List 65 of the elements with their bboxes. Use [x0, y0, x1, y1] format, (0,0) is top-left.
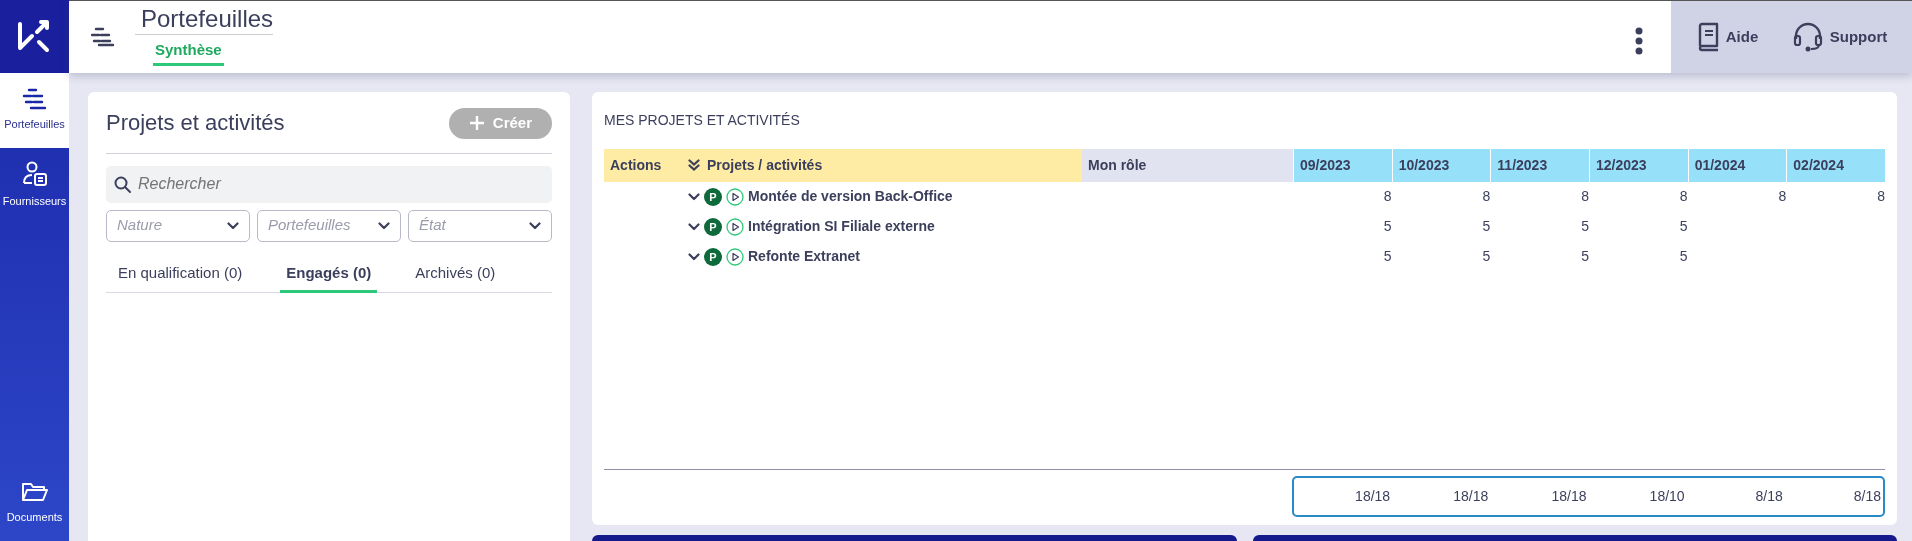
search-icon: [114, 175, 132, 194]
column-header: 02/2024: [1786, 148, 1885, 182]
column-title: Projets / activités: [707, 155, 823, 175]
column-header: 12/2023: [1589, 148, 1688, 182]
folder-icon: [20, 481, 49, 504]
total-value: 8/18: [1754, 487, 1784, 506]
chevron-down-icon: [378, 221, 390, 230]
project-name[interactable]: Montée de version Back-Office: [748, 186, 953, 208]
table-cell: 8: [1679, 187, 1688, 204]
chevron-down-icon: [688, 222, 700, 231]
chevron-down-icon: [688, 192, 700, 201]
table-cell: 5: [1482, 247, 1491, 264]
table-cell: 5: [1581, 247, 1589, 264]
status-badge: P: [704, 247, 722, 266]
tab[interactable]: Engagés (0): [280, 255, 378, 293]
sidebar-item[interactable]: Portefeuilles: [0, 73, 69, 148]
table-cell: 8: [1581, 187, 1589, 204]
tab[interactable]: Archivés (0): [409, 255, 502, 293]
table-cell: 5: [1383, 247, 1392, 264]
panel-title: Projets et activités: [106, 110, 285, 137]
table-cell: 5: [1679, 247, 1688, 264]
sidebar-item[interactable]: Documents: [0, 466, 69, 541]
table-cell: 5: [1482, 217, 1491, 234]
table-cell: 8: [1383, 187, 1392, 204]
section-title: MES PROJETS ET ACTIVITÉS: [604, 112, 801, 129]
table-cell: 5: [1581, 217, 1589, 234]
chevron-down-icon: [688, 252, 700, 261]
total-value: 8/18: [1852, 487, 1882, 506]
total-value: 18/18: [1550, 487, 1588, 506]
help-link[interactable]: Support: [1791, 22, 1888, 52]
play-icon[interactable]: [726, 247, 744, 266]
menu-lines-icon: [21, 88, 48, 111]
column-header: 09/2023: [1293, 148, 1392, 182]
page-title: Portefeuilles: [141, 5, 274, 34]
column-header: 10/2023: [1391, 148, 1491, 182]
play-icon[interactable]: [726, 217, 744, 236]
column-header: Mon rôle: [1082, 148, 1293, 182]
status-badge: P: [704, 217, 722, 236]
help-link[interactable]: Aide: [1695, 22, 1759, 52]
table-cell: 8: [1877, 187, 1885, 204]
double-chevron-icon[interactable]: [688, 159, 700, 172]
play-icon[interactable]: [726, 187, 744, 206]
chevron-down-icon: [227, 221, 239, 230]
table-cell: 5: [1383, 217, 1392, 234]
menu-icon[interactable]: [91, 27, 115, 47]
person-document-icon: [21, 161, 48, 188]
search-field[interactable]: Rechercher: [106, 165, 552, 203]
plus-icon: [468, 115, 485, 132]
total-value: 18/10: [1648, 487, 1686, 506]
headset-icon: [1791, 22, 1824, 52]
more-options-icon[interactable]: [1635, 27, 1643, 55]
column-header: 11/2023: [1490, 148, 1589, 182]
total-value: 18/18: [1354, 487, 1392, 506]
column-header: Actions: [604, 148, 682, 182]
tab[interactable]: En qualification (0): [112, 255, 249, 293]
table-cell: 5: [1679, 217, 1688, 234]
total-value: 18/18: [1452, 487, 1490, 506]
table-cell: 8: [1482, 187, 1491, 204]
table-cell: 8: [1778, 187, 1787, 204]
column-header: 01/2024: [1687, 148, 1787, 182]
chevron-down-icon: [529, 221, 541, 230]
project-name[interactable]: Intégration SI Filiale externe: [748, 216, 935, 238]
status-badge: P: [704, 187, 722, 206]
sidebar-item[interactable]: Fournisseurs: [0, 148, 69, 223]
project-name[interactable]: Refonte Extranet: [748, 246, 861, 268]
